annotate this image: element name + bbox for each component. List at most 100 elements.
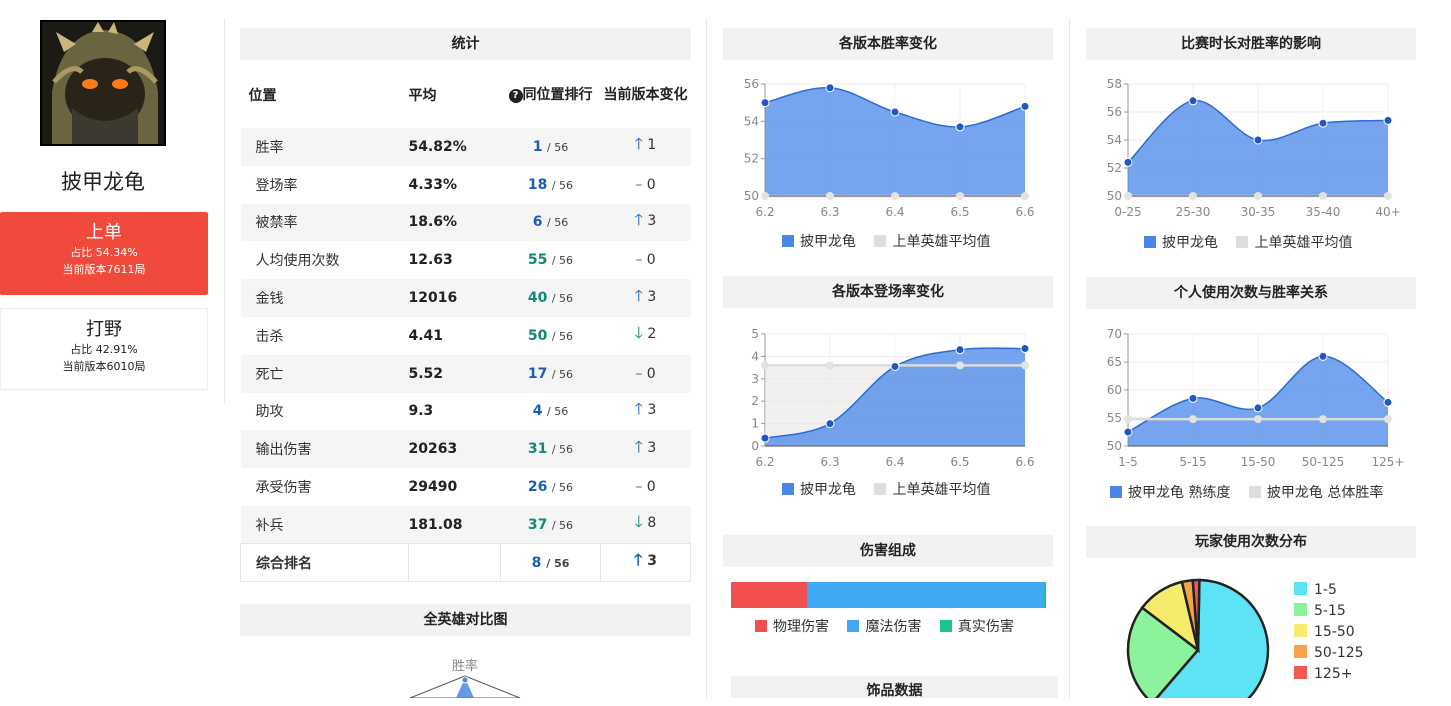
role-card-jungle[interactable]: 打野 占比 42.91% 当前版本6010局 — [0, 308, 208, 390]
hero-point[interactable] — [955, 345, 965, 355]
stats-row: 被禁率 18.6% 6 / 56 🡑 3 — [240, 203, 691, 242]
damage-segment[interactable] — [1042, 582, 1046, 608]
stat-change: 🡑 3 — [600, 203, 691, 242]
change-value: 3 — [647, 439, 657, 456]
avg-point[interactable] — [1254, 415, 1262, 424]
pie-legend-item: 125+ — [1294, 664, 1364, 685]
compare-radar — [409, 675, 521, 698]
avg-point[interactable] — [956, 192, 964, 200]
rank-value: 31 — [527, 441, 548, 458]
y-tick-label: 4 — [751, 349, 759, 363]
role-card-top[interactable]: 上单 占比 54.34% 当前版本7611局 — [0, 212, 208, 295]
stat-label: 登场率 — [255, 177, 298, 194]
winrate-patch-title: 各版本胜率变化 — [723, 28, 1053, 60]
avg-point[interactable] — [826, 192, 834, 200]
stat-average: 29490 — [408, 479, 458, 496]
col-rank[interactable]: ? 同位置排行 — [501, 62, 601, 128]
stat-average: 5.52 — [408, 354, 501, 393]
legend-swatch — [939, 620, 952, 632]
rank-value: 26 — [527, 479, 548, 496]
avg-point[interactable] — [1384, 415, 1392, 424]
stat-change: – 0 — [601, 468, 691, 506]
stat-label: 输出伤害 — [240, 430, 409, 469]
pie-legend-item: 1-5 — [1294, 580, 1364, 601]
avg-point[interactable] — [761, 192, 769, 200]
avg-point[interactable] — [1189, 415, 1197, 424]
hero-point[interactable] — [890, 107, 900, 117]
overall-row: 综合排名 8 / 56 🡑 3 — [240, 543, 691, 583]
rank-value: 37 — [527, 516, 548, 533]
hero-point[interactable] — [825, 83, 835, 93]
col-position: 位置 — [248, 88, 277, 104]
damage-segment[interactable] — [731, 582, 807, 608]
hero-point[interactable] — [1020, 101, 1030, 111]
rank-total: / 56 — [551, 178, 574, 192]
overall-rank: 8 / 56 — [500, 543, 601, 583]
hero-point[interactable] — [890, 361, 900, 371]
legend-swatch — [1110, 486, 1122, 498]
stat-change: 🡓 8 — [600, 505, 691, 544]
avg-point[interactable] — [1384, 192, 1392, 200]
stats-row: 输出伤害 20263 31 / 56 🡑 3 — [240, 430, 691, 469]
hero-point[interactable] — [1318, 118, 1328, 128]
avg-point[interactable] — [761, 361, 769, 370]
x-tick-label: 6.5 — [950, 455, 969, 469]
y-tick-label: 52 — [744, 152, 759, 166]
x-tick-label: 40+ — [1375, 205, 1400, 219]
stat-change: 🡑 1 — [600, 128, 691, 166]
stat-average: 9.3 — [408, 403, 434, 420]
arrow-up-icon: 🡑 — [634, 209, 643, 229]
avg-point[interactable] — [1189, 192, 1197, 200]
avg-point[interactable] — [956, 361, 964, 370]
stat-rank: 6 / 56 — [500, 203, 601, 242]
y-tick-label: 52 — [1107, 161, 1122, 175]
damage-segment[interactable] — [806, 582, 1043, 608]
avg-point[interactable] — [1319, 415, 1327, 424]
avg-point[interactable] — [891, 192, 899, 200]
y-tick-label: 56 — [1107, 105, 1122, 119]
legend-swatch — [782, 483, 794, 495]
hero-point[interactable] — [1188, 393, 1198, 403]
stat-average: 12016 — [408, 279, 501, 317]
avg-point[interactable] — [826, 361, 834, 370]
stat-label: 被禁率 — [240, 203, 409, 242]
rank-value: 55 — [527, 252, 548, 269]
hero-point[interactable] — [1188, 96, 1198, 106]
hero-point[interactable] — [1383, 115, 1393, 125]
role-games: 当前版本7611局 — [62, 263, 146, 276]
avg-point[interactable] — [1124, 192, 1132, 200]
hero-point[interactable] — [760, 433, 770, 443]
stat-label: 击杀 — [255, 328, 284, 345]
hero-point[interactable] — [1123, 427, 1133, 437]
legend-true: 真实伤害 — [957, 619, 1014, 635]
legend-hero: 披甲龙龟 — [800, 482, 856, 498]
avg-point[interactable] — [1021, 361, 1029, 370]
help-icon[interactable]: ? — [508, 89, 523, 103]
avg-point[interactable] — [1021, 192, 1029, 200]
hero-point[interactable] — [825, 419, 835, 429]
avg-point[interactable] — [1124, 415, 1132, 424]
change-value: 0 — [646, 252, 656, 269]
stat-change: 🡑 3 — [601, 393, 691, 431]
hero-point[interactable] — [1383, 397, 1393, 407]
y-tick-label: 5 — [751, 327, 759, 341]
x-tick-label: 6.4 — [885, 455, 904, 469]
hero-point[interactable] — [1318, 351, 1328, 361]
hero-point[interactable] — [1123, 157, 1133, 167]
avg-point[interactable] — [1319, 192, 1327, 200]
legend-label: 5-15 — [1314, 603, 1346, 619]
hero-point[interactable] — [955, 122, 965, 132]
hero-point[interactable] — [760, 98, 770, 108]
change-value: 2 — [647, 326, 657, 343]
stat-rank: 17 / 56 — [500, 354, 601, 393]
legend-avg: 上单英雄平均值 — [892, 234, 991, 250]
hero-point[interactable] — [1253, 135, 1263, 145]
trinket-title: 饰品数据 — [731, 676, 1058, 699]
hero-point[interactable] — [1253, 403, 1263, 413]
avg-point[interactable] — [1254, 192, 1262, 200]
rank-value: 40 — [527, 290, 548, 307]
y-tick-label: 60 — [1107, 383, 1122, 397]
hero-point[interactable] — [1020, 344, 1030, 354]
divider — [706, 18, 707, 698]
legend-swatch — [874, 483, 887, 495]
